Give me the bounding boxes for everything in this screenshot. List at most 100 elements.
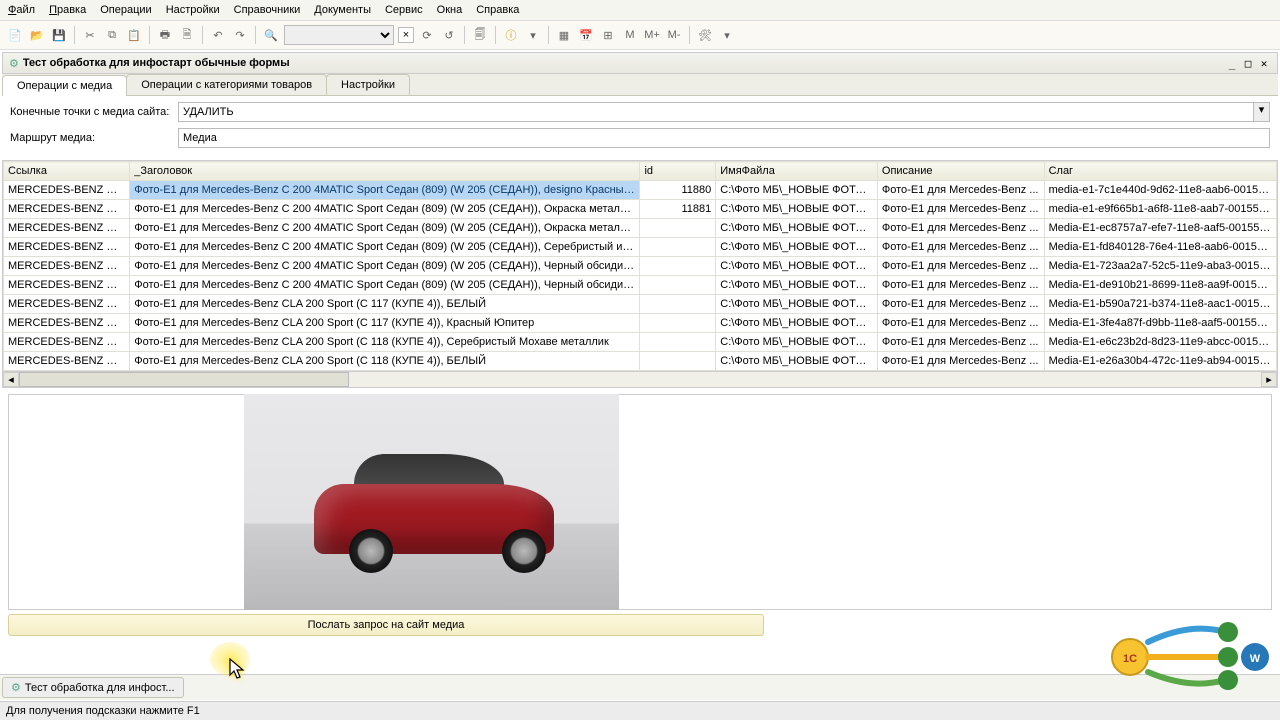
table-row[interactable]: MERCEDES-BENZ CL...Фото-E1 для Mercedes-…	[4, 352, 1277, 371]
table-row[interactable]: MERCEDES-BENZ CL... Фото-E1 для Mercedes-…	[4, 333, 1277, 352]
cell-title: Фото-E1 для Mercedes-Benz C 200 4MATIC S…	[130, 257, 640, 276]
refresh-icon[interactable]: ⟳	[418, 26, 436, 44]
route-input[interactable]	[179, 129, 1269, 147]
copy-icon[interactable]: ⧉	[103, 26, 121, 44]
find-icon[interactable]: 🔍	[262, 26, 280, 44]
cell-id	[640, 333, 716, 352]
cell-desc: Фото-E1 для Mercedes-Benz ...	[877, 333, 1044, 352]
svg-text:W: W	[1250, 653, 1261, 665]
window-header: ⚙ Тест обработка для инфостарт обычные ф…	[2, 52, 1278, 74]
cell-slug: Media-E1-b590a721-b374-11e8-aac1-00155d3…	[1044, 295, 1276, 314]
col-desc[interactable]: Описание	[877, 162, 1044, 181]
col-slug[interactable]: Слаг	[1044, 162, 1276, 181]
calendar-icon[interactable]: 📅	[577, 26, 595, 44]
route-label: Маршрут медиа:	[10, 132, 170, 144]
window-title: Тест обработка для инфостарт обычные фор…	[23, 57, 1223, 69]
cut-icon[interactable]: ✂	[81, 26, 99, 44]
cell-slug: media-e1-7c1e440d-9d62-11e8-aab6-00155d.…	[1044, 181, 1276, 200]
maximize-icon[interactable]: □	[1241, 56, 1255, 70]
cell-desc: Фото-E1 для Mercedes-Benz ...	[877, 276, 1044, 295]
menu-windows[interactable]: Окна	[437, 4, 463, 16]
memory-icon[interactable]: ⊞	[599, 26, 617, 44]
cell-desc: Фото-E1 для Mercedes-Benz ...	[877, 295, 1044, 314]
cell-desc: Фото-E1 для Mercedes-Benz ...	[877, 257, 1044, 276]
m-minus-button[interactable]: M-	[665, 26, 683, 44]
cell-id	[640, 257, 716, 276]
minimize-icon[interactable]: _	[1225, 56, 1239, 70]
cell-title: Фото-E1 для Mercedes-Benz C 200 4MATIC S…	[130, 238, 640, 257]
col-id[interactable]: id	[640, 162, 716, 181]
copy2-icon[interactable]: 🗐	[471, 26, 489, 44]
open-icon[interactable]: 📂	[28, 26, 46, 44]
m-plus-button[interactable]: M+	[643, 26, 661, 44]
table-row[interactable]: MERCEDES-BENZ C 2...Фото-E1 для Mercedes…	[4, 219, 1277, 238]
menu-settings[interactable]: Настройки	[166, 4, 220, 16]
scroll-right-icon[interactable]: ▸	[1261, 372, 1277, 387]
clear-search-icon[interactable]: ×	[398, 27, 414, 43]
task-item[interactable]: ⚙ Тест обработка для инфост...	[2, 677, 184, 698]
tools-icon[interactable]: 🛠	[696, 26, 714, 44]
cell-id	[640, 219, 716, 238]
m-button[interactable]: M	[621, 26, 639, 44]
cell-link: MERCEDES-BENZ CL...	[4, 333, 130, 352]
task-icon: ⚙	[11, 681, 21, 694]
save-icon[interactable]: 💾	[50, 26, 68, 44]
cell-link: MERCEDES-BENZ C 2...	[4, 219, 130, 238]
redo-icon[interactable]: ↷	[231, 26, 249, 44]
table-row[interactable]: MERCEDES-BENZ C 2...Фото-E1 для Mercedes…	[4, 200, 1277, 219]
undo-icon[interactable]: ↶	[209, 26, 227, 44]
scroll-left-icon[interactable]: ◂	[3, 372, 19, 387]
cell-title: Фото-E1 для Mercedes-Benz C 200 4MATIC S…	[130, 219, 640, 238]
tab-categories[interactable]: Операции с категориями товаров	[126, 74, 327, 95]
cell-file: C:\Фото МБ\_НОВЫЕ ФОТО...	[716, 257, 878, 276]
info-icon[interactable]: ⓘ	[502, 26, 520, 44]
taskbar: ⚙ Тест обработка для инфост...	[0, 674, 1280, 700]
info-dd-icon[interactable]: ▾	[524, 26, 542, 44]
menubar: Файл Правка Операции Настройки Справочни…	[0, 0, 1280, 21]
col-file[interactable]: ИмяФайла	[716, 162, 878, 181]
route-field[interactable]	[178, 128, 1270, 148]
tab-media-ops[interactable]: Операции с медиа	[2, 75, 127, 96]
print-icon[interactable]: 🖶	[156, 26, 174, 44]
endpoint-dd-icon[interactable]: ▾	[1253, 103, 1269, 121]
calc-icon[interactable]: ▦	[555, 26, 573, 44]
menu-help[interactable]: Справка	[476, 4, 519, 16]
table-row[interactable]: MERCEDES-BENZ C 2...Фото-E1 для Mercedes…	[4, 276, 1277, 295]
cell-desc: Фото-E1 для Mercedes-Benz ...	[877, 352, 1044, 371]
cell-title: Фото-E1 для Mercedes-Benz C 200 4MATIC S…	[130, 181, 640, 200]
new-icon[interactable]: 📄	[6, 26, 24, 44]
menu-ops[interactable]: Операции	[100, 4, 151, 16]
scroll-thumb[interactable]	[19, 372, 349, 387]
nav-back-icon[interactable]: ↺	[440, 26, 458, 44]
table-row[interactable]: MERCEDES-BENZ CL...Фото-E1 для Mercedes-…	[4, 295, 1277, 314]
menu-service[interactable]: Сервис	[385, 4, 423, 16]
col-link[interactable]: Ссылка	[4, 162, 130, 181]
search-combo[interactable]	[284, 25, 394, 45]
horizontal-scrollbar[interactable]: ◂ ▸	[3, 371, 1277, 387]
cell-link: MERCEDES-BENZ C 2...	[4, 181, 130, 200]
table-row[interactable]: MERCEDES-BENZ C 2...Фото-E1 для Mercedes…	[4, 238, 1277, 257]
cell-link: MERCEDES-BENZ C 2...	[4, 238, 130, 257]
grid-header-row: Ссылка _Заголовок id ИмяФайла Описание С…	[4, 162, 1277, 181]
endpoint-label: Конечные точки с медиа сайта:	[10, 106, 170, 118]
tab-settings[interactable]: Настройки	[326, 74, 410, 95]
endpoint-field[interactable]: ▾	[178, 102, 1270, 122]
preview-icon[interactable]: 🗎	[178, 26, 196, 44]
statusbar: Для получения подсказки нажмите F1	[0, 701, 1280, 720]
send-request-button[interactable]: Послать запрос на сайт медиа	[8, 614, 764, 636]
menu-refs[interactable]: Справочники	[234, 4, 301, 16]
menu-docs[interactable]: Документы	[314, 4, 371, 16]
form: Конечные точки с медиа сайта: ▾ Маршрут …	[2, 96, 1278, 160]
tools-dd-icon[interactable]: ▾	[718, 26, 736, 44]
endpoint-input[interactable]	[179, 103, 1253, 121]
table-row[interactable]: MERCEDES-BENZ C 2...Фото-E1 для Mercedes…	[4, 181, 1277, 200]
menu-file[interactable]: Файл	[8, 4, 35, 16]
close-icon[interactable]: ✕	[1257, 56, 1271, 70]
toolbar: 📄 📂 💾 ✂ ⧉ 📋 🖶 🗎 ↶ ↷ 🔍 × ⟳ ↺ 🗐 ⓘ ▾ ▦ 📅 ⊞ …	[0, 21, 1280, 50]
menu-edit[interactable]: Правка	[49, 4, 86, 16]
paste-icon[interactable]: 📋	[125, 26, 143, 44]
cell-slug: Media-E1-de910b21-8699-11e8-aa9f-00155d3…	[1044, 276, 1276, 295]
table-row[interactable]: MERCEDES-BENZ CL...Фото-E1 для Mercedes-…	[4, 314, 1277, 333]
table-row[interactable]: MERCEDES-BENZ C 2...Фото-E1 для Mercedes…	[4, 257, 1277, 276]
col-title[interactable]: _Заголовок	[130, 162, 640, 181]
